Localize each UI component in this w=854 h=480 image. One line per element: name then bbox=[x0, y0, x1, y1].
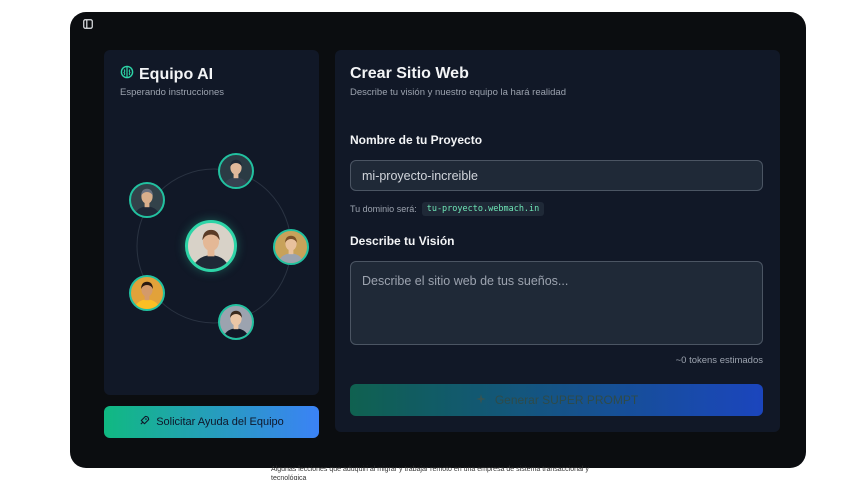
project-name-label: Nombre de tu Proyecto bbox=[350, 133, 483, 147]
vision-label: Describe tu Visión bbox=[350, 234, 455, 248]
caption-text: Algunas lecciones que aduquiri al migrar… bbox=[271, 466, 589, 480]
vision-textarea[interactable]: Describe el sitio web de tus sueños... bbox=[350, 261, 763, 345]
domain-label: Tu dominio será: bbox=[350, 204, 417, 214]
help-button-label: Solicitar Ayuda del Equipo bbox=[156, 416, 284, 428]
create-site-panel: Crear Sitio Web Describe tu visión y nue… bbox=[335, 50, 780, 432]
portrait-graphic bbox=[278, 235, 304, 263]
sparkle-icon bbox=[475, 393, 487, 408]
portrait-graphic bbox=[223, 159, 249, 187]
team-panel: Equipo AI Esperando instrucciones bbox=[104, 50, 319, 395]
create-subtitle: Describe tu visión y nuestro equipo la h… bbox=[350, 87, 566, 98]
team-member-avatar[interactable] bbox=[218, 153, 254, 189]
create-title: Crear Sitio Web bbox=[350, 65, 469, 82]
sidebar-toggle-icon[interactable] bbox=[82, 18, 94, 30]
domain-preview: Tu dominio será: tu-proyecto.webmach.in bbox=[350, 202, 545, 216]
portrait-graphic bbox=[134, 281, 160, 309]
team-member-avatar[interactable] bbox=[273, 229, 309, 265]
domain-value: tu-proyecto.webmach.in bbox=[421, 202, 545, 216]
token-count: ~0 tokens estimados bbox=[675, 355, 763, 366]
generate-button-label: Generar SUPER PROMPT bbox=[494, 393, 639, 407]
team-member-avatar[interactable] bbox=[129, 182, 165, 218]
team-member-avatar[interactable] bbox=[129, 275, 165, 311]
rocket-icon bbox=[139, 415, 150, 429]
project-name-input[interactable]: mi-proyecto-increible bbox=[350, 160, 763, 191]
app-window: Equipo AI Esperando instrucciones Solici… bbox=[70, 12, 806, 468]
team-member-avatar[interactable] bbox=[218, 304, 254, 340]
request-team-help-button[interactable]: Solicitar Ayuda del Equipo bbox=[104, 406, 319, 438]
portrait-graphic bbox=[223, 310, 249, 338]
team-member-avatar-lead[interactable] bbox=[185, 220, 237, 272]
generate-super-prompt-button[interactable]: Generar SUPER PROMPT bbox=[350, 384, 763, 416]
portrait-graphic bbox=[192, 229, 230, 269]
portrait-graphic bbox=[134, 188, 160, 216]
